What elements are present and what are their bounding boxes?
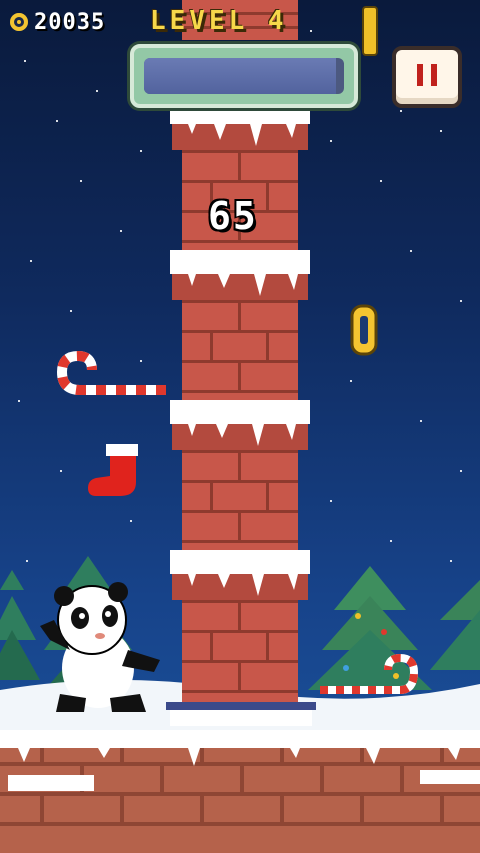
game-scene bbox=[0, 0, 480, 853]
gold-bar-icon bbox=[362, 6, 378, 56]
stocking bbox=[88, 444, 138, 496]
level-label: LEVEL 4 bbox=[150, 6, 288, 36]
candy-cane bbox=[56, 350, 166, 395]
progress-trough bbox=[144, 58, 344, 94]
coin-icon bbox=[10, 13, 28, 31]
chimney-tower bbox=[166, 0, 316, 726]
pause-button[interactable] bbox=[392, 46, 462, 108]
pause-icon bbox=[413, 64, 441, 90]
progress-fill bbox=[144, 58, 336, 94]
gold-coin bbox=[350, 304, 378, 356]
christmas-tree bbox=[0, 570, 40, 680]
score-label: 65 bbox=[208, 194, 258, 238]
brick-wall bbox=[0, 730, 480, 853]
coin-count: 20035 bbox=[34, 9, 106, 35]
progress-bar bbox=[130, 44, 358, 108]
christmas-tree bbox=[430, 580, 480, 670]
coin-counter: 20035 bbox=[10, 9, 106, 35]
